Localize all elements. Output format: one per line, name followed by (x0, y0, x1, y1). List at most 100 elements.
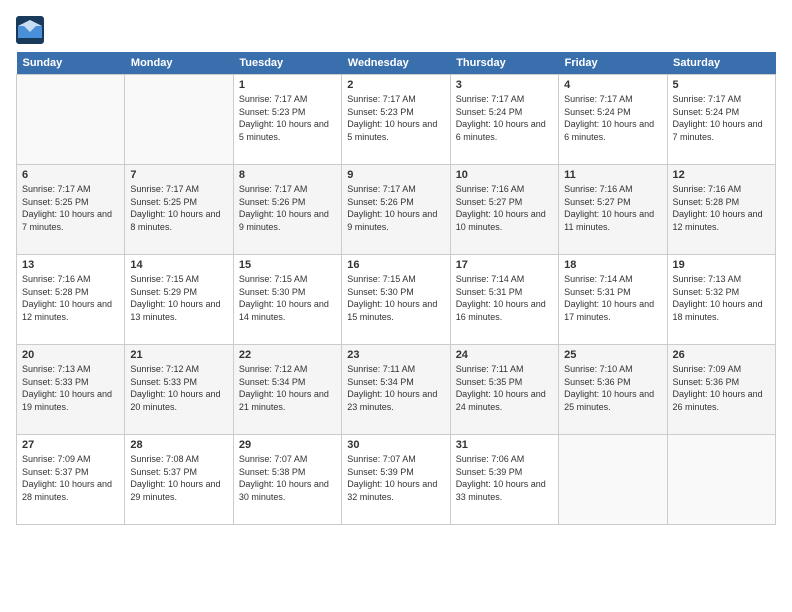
day-info: Sunrise: 7:16 AM Sunset: 5:28 PM Dayligh… (22, 273, 119, 323)
day-info: Sunrise: 7:08 AM Sunset: 5:37 PM Dayligh… (130, 453, 227, 503)
calendar-cell: 13 Sunrise: 7:16 AM Sunset: 5:28 PM Dayli… (17, 255, 125, 345)
day-number: 5 (673, 79, 770, 91)
day-number: 7 (130, 169, 227, 181)
calendar-cell: 21 Sunrise: 7:12 AM Sunset: 5:33 PM Dayli… (125, 345, 233, 435)
calendar-cell: 9 Sunrise: 7:17 AM Sunset: 5:26 PM Daylig… (342, 165, 450, 255)
calendar-cell: 12Sunrise: 7:16 AM Sunset: 5:28 PM Dayli… (667, 165, 775, 255)
calendar-cell: 19 Sunrise: 7:13 AM Sunset: 5:32 PM Dayli… (667, 255, 775, 345)
calendar-cell: 14 Sunrise: 7:15 AM Sunset: 5:29 PM Dayli… (125, 255, 233, 345)
day-number: 6 (22, 169, 119, 181)
day-number: 3 (456, 79, 553, 91)
logo (16, 16, 48, 44)
day-info: Sunrise: 7:10 AM Sunset: 5:36 PM Dayligh… (564, 363, 661, 413)
calendar-cell (667, 435, 775, 525)
day-number: 19 (673, 259, 770, 271)
weekday-header: Saturday (667, 52, 775, 75)
calendar-cell: 1 Sunrise: 7:17 AM Sunset: 5:23 PM Daylig… (233, 75, 341, 165)
calendar-cell: 28 Sunrise: 7:08 AM Sunset: 5:37 PM Dayli… (125, 435, 233, 525)
calendar-cell: 7 Sunrise: 7:17 AM Sunset: 5:25 PM Daylig… (125, 165, 233, 255)
day-number: 30 (347, 439, 444, 451)
day-number: 14 (130, 259, 227, 271)
calendar-table: SundayMondayTuesdayWednesdayThursdayFrid… (16, 52, 776, 525)
day-number: 18 (564, 259, 661, 271)
day-info: Sunrise: 7:17 AM Sunset: 5:24 PM Dayligh… (673, 93, 770, 143)
day-info: Sunrise: 7:14 AM Sunset: 5:31 PM Dayligh… (456, 273, 553, 323)
calendar-cell: 16 Sunrise: 7:15 AM Sunset: 5:30 PM Dayli… (342, 255, 450, 345)
day-number: 8 (239, 169, 336, 181)
calendar-cell: 18 Sunrise: 7:14 AM Sunset: 5:31 PM Dayli… (559, 255, 667, 345)
day-info: Sunrise: 7:14 AM Sunset: 5:31 PM Dayligh… (564, 273, 661, 323)
day-info: Sunrise: 7:15 AM Sunset: 5:30 PM Dayligh… (347, 273, 444, 323)
day-number: 16 (347, 259, 444, 271)
day-info: Sunrise: 7:17 AM Sunset: 5:26 PM Dayligh… (347, 183, 444, 233)
day-number: 29 (239, 439, 336, 451)
calendar-cell: 31 Sunrise: 7:06 AM Sunset: 5:39 PM Dayli… (450, 435, 558, 525)
day-info: Sunrise: 7:15 AM Sunset: 5:30 PM Dayligh… (239, 273, 336, 323)
day-number: 27 (22, 439, 119, 451)
calendar-cell (17, 75, 125, 165)
day-number: 1 (239, 79, 336, 91)
day-number: 2 (347, 79, 444, 91)
day-info: Sunrise: 7:17 AM Sunset: 5:25 PM Dayligh… (22, 183, 119, 233)
day-info: Sunrise: 7:17 AM Sunset: 5:23 PM Dayligh… (239, 93, 336, 143)
day-info: Sunrise: 7:11 AM Sunset: 5:35 PM Dayligh… (456, 363, 553, 413)
calendar-week-row: 1 Sunrise: 7:17 AM Sunset: 5:23 PM Daylig… (17, 75, 776, 165)
calendar-cell: 24 Sunrise: 7:11 AM Sunset: 5:35 PM Dayli… (450, 345, 558, 435)
day-info: Sunrise: 7:11 AM Sunset: 5:34 PM Dayligh… (347, 363, 444, 413)
day-info: Sunrise: 7:07 AM Sunset: 5:38 PM Dayligh… (239, 453, 336, 503)
logo-icon (16, 16, 44, 44)
day-number: 9 (347, 169, 444, 181)
weekday-header: Wednesday (342, 52, 450, 75)
calendar-cell: 11 Sunrise: 7:16 AM Sunset: 5:27 PM Dayli… (559, 165, 667, 255)
calendar-cell: 8Sunrise: 7:17 AM Sunset: 5:26 PM Daylig… (233, 165, 341, 255)
calendar-cell (125, 75, 233, 165)
weekday-header: Thursday (450, 52, 558, 75)
calendar-cell: 15 Sunrise: 7:15 AM Sunset: 5:30 PM Dayli… (233, 255, 341, 345)
weekday-header: Sunday (17, 52, 125, 75)
calendar-cell: 29 Sunrise: 7:07 AM Sunset: 5:38 PM Dayli… (233, 435, 341, 525)
calendar-week-row: 20 Sunrise: 7:13 AM Sunset: 5:33 PM Dayli… (17, 345, 776, 435)
day-info: Sunrise: 7:16 AM Sunset: 5:27 PM Dayligh… (564, 183, 661, 233)
calendar-cell: 22Sunrise: 7:12 AM Sunset: 5:34 PM Dayli… (233, 345, 341, 435)
calendar-cell: 27 Sunrise: 7:09 AM Sunset: 5:37 PM Dayli… (17, 435, 125, 525)
weekday-header: Monday (125, 52, 233, 75)
calendar-cell: 26Sunrise: 7:09 AM Sunset: 5:36 PM Dayli… (667, 345, 775, 435)
weekday-header: Friday (559, 52, 667, 75)
weekday-header-row: SundayMondayTuesdayWednesdayThursdayFrid… (17, 52, 776, 75)
calendar-cell (559, 435, 667, 525)
calendar-cell: 30 Sunrise: 7:07 AM Sunset: 5:39 PM Dayli… (342, 435, 450, 525)
day-number: 24 (456, 349, 553, 361)
day-number: 12 (673, 169, 770, 181)
day-number: 28 (130, 439, 227, 451)
day-number: 13 (22, 259, 119, 271)
day-info: Sunrise: 7:06 AM Sunset: 5:39 PM Dayligh… (456, 453, 553, 503)
calendar-cell: 20 Sunrise: 7:13 AM Sunset: 5:33 PM Dayli… (17, 345, 125, 435)
day-info: Sunrise: 7:17 AM Sunset: 5:24 PM Dayligh… (456, 93, 553, 143)
calendar-week-row: 6 Sunrise: 7:17 AM Sunset: 5:25 PM Daylig… (17, 165, 776, 255)
day-info: Sunrise: 7:07 AM Sunset: 5:39 PM Dayligh… (347, 453, 444, 503)
day-info: Sunrise: 7:17 AM Sunset: 5:23 PM Dayligh… (347, 93, 444, 143)
day-info: Sunrise: 7:12 AM Sunset: 5:33 PM Dayligh… (130, 363, 227, 413)
day-number: 31 (456, 439, 553, 451)
day-info: Sunrise: 7:15 AM Sunset: 5:29 PM Dayligh… (130, 273, 227, 323)
day-info: Sunrise: 7:16 AM Sunset: 5:27 PM Dayligh… (456, 183, 553, 233)
calendar-cell: 17Sunrise: 7:14 AM Sunset: 5:31 PM Dayli… (450, 255, 558, 345)
page-header (16, 16, 776, 44)
day-info: Sunrise: 7:09 AM Sunset: 5:36 PM Dayligh… (673, 363, 770, 413)
calendar-cell: 23Sunrise: 7:11 AM Sunset: 5:34 PM Dayli… (342, 345, 450, 435)
calendar-cell: 4Sunrise: 7:17 AM Sunset: 5:24 PM Daylig… (559, 75, 667, 165)
day-number: 22 (239, 349, 336, 361)
day-info: Sunrise: 7:09 AM Sunset: 5:37 PM Dayligh… (22, 453, 119, 503)
day-info: Sunrise: 7:17 AM Sunset: 5:25 PM Dayligh… (130, 183, 227, 233)
day-number: 20 (22, 349, 119, 361)
calendar-week-row: 13 Sunrise: 7:16 AM Sunset: 5:28 PM Dayli… (17, 255, 776, 345)
calendar-cell: 3 Sunrise: 7:17 AM Sunset: 5:24 PM Daylig… (450, 75, 558, 165)
day-number: 4 (564, 79, 661, 91)
day-number: 10 (456, 169, 553, 181)
day-number: 21 (130, 349, 227, 361)
day-number: 11 (564, 169, 661, 181)
day-info: Sunrise: 7:13 AM Sunset: 5:32 PM Dayligh… (673, 273, 770, 323)
day-number: 15 (239, 259, 336, 271)
day-number: 25 (564, 349, 661, 361)
day-info: Sunrise: 7:13 AM Sunset: 5:33 PM Dayligh… (22, 363, 119, 413)
